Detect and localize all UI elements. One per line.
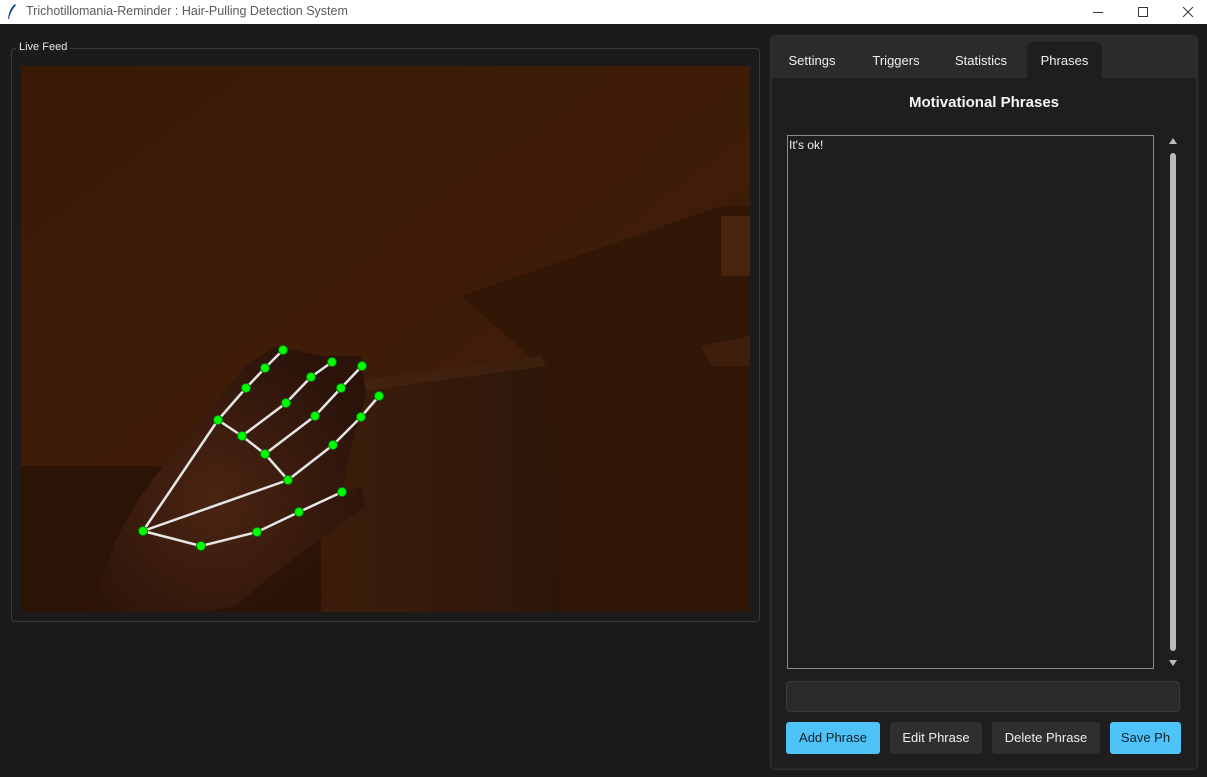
landmark-point xyxy=(310,411,320,421)
tab-phrases[interactable]: Phrases xyxy=(1027,42,1102,78)
phrase-input[interactable] xyxy=(786,681,1180,712)
landmark-point xyxy=(328,440,338,450)
landmark-point xyxy=(336,383,346,393)
maximize-icon xyxy=(1138,7,1148,17)
add-phrase-button[interactable]: Add Phrase xyxy=(786,722,880,754)
live-feed-label: Live Feed xyxy=(16,41,71,53)
phrases-list[interactable]: It's ok! xyxy=(787,135,1154,669)
tab-settings[interactable]: Settings xyxy=(777,42,847,78)
phrases-scrollbar[interactable] xyxy=(1167,135,1179,669)
landmark-point xyxy=(283,475,293,485)
scroll-up-icon[interactable] xyxy=(1169,138,1177,144)
scroll-thumb[interactable] xyxy=(1170,153,1176,651)
landmark-point xyxy=(337,487,347,497)
landmark-point xyxy=(260,449,270,459)
close-button[interactable] xyxy=(1165,0,1207,24)
close-icon xyxy=(1182,6,1194,18)
tab-statistics[interactable]: Statistics xyxy=(943,42,1019,78)
camera-feed xyxy=(21,66,750,612)
landmark-point xyxy=(357,361,367,371)
landmark-point xyxy=(237,431,247,441)
landmark-point xyxy=(327,357,337,367)
landmark-point xyxy=(260,363,270,373)
window-title: Trichotillomania-Reminder : Hair-Pulling… xyxy=(26,4,348,18)
landmark-point xyxy=(294,507,304,517)
landmark-point xyxy=(281,398,291,408)
minimize-icon xyxy=(1093,12,1103,13)
control-panel: Settings Triggers Statistics Phrases Mot… xyxy=(770,35,1198,770)
feather-icon xyxy=(8,4,16,19)
section-title: Motivational Phrases xyxy=(908,94,1060,111)
landmark-point xyxy=(278,345,288,355)
edit-phrase-button[interactable]: Edit Phrase xyxy=(890,722,982,754)
title-bar: Trichotillomania-Reminder : Hair-Pulling… xyxy=(0,0,1207,24)
landmark-point xyxy=(374,391,384,401)
landmark-point xyxy=(356,412,366,422)
camera-frame xyxy=(21,66,750,612)
landmark-point xyxy=(138,526,148,536)
tab-bar: Settings Triggers Statistics Phrases xyxy=(771,36,1197,78)
save-phrases-button[interactable]: Save Ph xyxy=(1110,722,1181,754)
maximize-button[interactable] xyxy=(1120,0,1166,24)
tab-triggers[interactable]: Triggers xyxy=(859,42,933,78)
scroll-down-icon[interactable] xyxy=(1169,660,1177,666)
landmark-point xyxy=(196,541,206,551)
landmark-point xyxy=(213,415,223,425)
minimize-button[interactable] xyxy=(1075,0,1121,24)
landmark-point xyxy=(306,372,316,382)
delete-phrase-button[interactable]: Delete Phrase xyxy=(992,722,1100,754)
landmark-point xyxy=(241,383,251,393)
landmark-point xyxy=(252,527,262,537)
